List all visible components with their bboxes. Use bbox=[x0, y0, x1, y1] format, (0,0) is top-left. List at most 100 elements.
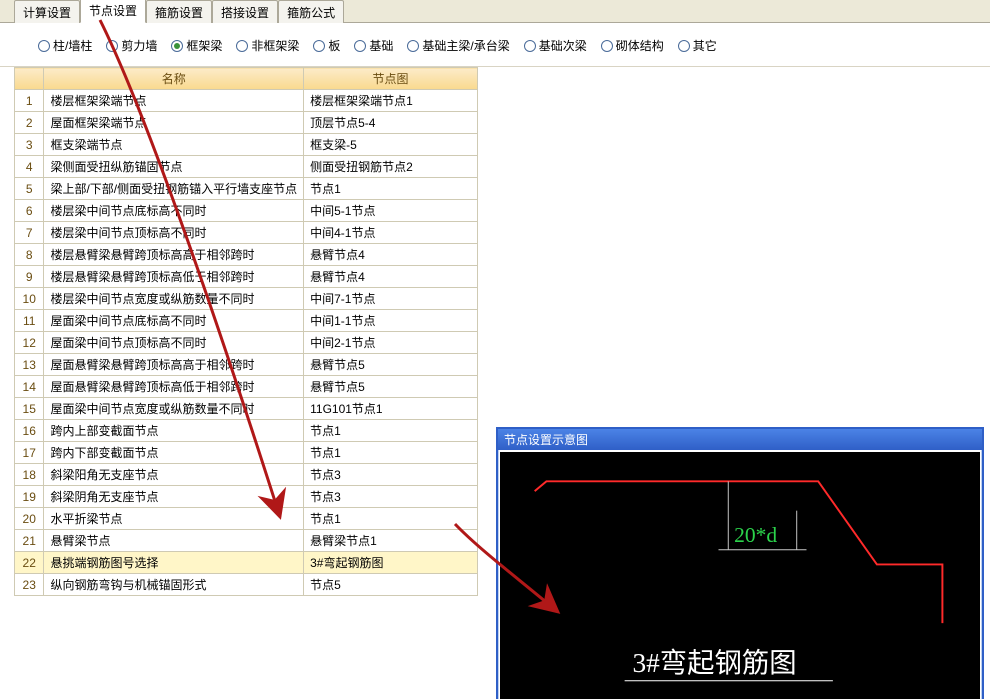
table-row[interactable]: 5梁上部/下部/侧面受扭钢筋锚入平行墙支座节点节点1 bbox=[15, 178, 478, 200]
cell-img[interactable]: 节点1 bbox=[304, 420, 478, 442]
table-row[interactable]: 8楼层悬臂梁悬臂跨顶标高高于相邻跨时悬臂节点4 bbox=[15, 244, 478, 266]
table-row[interactable]: 13屋面悬臂梁悬臂跨顶标高高于相邻跨时悬臂节点5 bbox=[15, 354, 478, 376]
table-row[interactable]: 11屋面梁中间节点底标高不同时中间1-1节点 bbox=[15, 310, 478, 332]
cell-name[interactable]: 梁侧面受扭纵筋锚固节点 bbox=[44, 156, 304, 178]
tab-calc-settings[interactable]: 计算设置 bbox=[14, 0, 80, 23]
radio-shearwall[interactable]: 剪力墙 bbox=[106, 37, 157, 54]
cell-name[interactable]: 梁上部/下部/侧面受扭钢筋锚入平行墙支座节点 bbox=[44, 178, 304, 200]
diagram-caption: 3#弯起钢筋图 bbox=[632, 648, 796, 678]
tab-node-settings[interactable]: 节点设置 bbox=[80, 0, 146, 23]
radio-label: 基础次梁 bbox=[539, 37, 587, 54]
col-name[interactable]: 名称 bbox=[44, 68, 304, 90]
cell-name[interactable]: 楼层悬臂梁悬臂跨顶标高高于相邻跨时 bbox=[44, 244, 304, 266]
cell-img[interactable]: 中间1-1节点 bbox=[304, 310, 478, 332]
radio-foundation[interactable]: 基础 bbox=[354, 37, 393, 54]
cell-name[interactable]: 斜梁阴角无支座节点 bbox=[44, 486, 304, 508]
cell-img[interactable]: 节点1 bbox=[304, 508, 478, 530]
table-row[interactable]: 18斜梁阳角无支座节点节点3 bbox=[15, 464, 478, 486]
table-row[interactable]: 7楼层梁中间节点顶标高不同时中间4-1节点 bbox=[15, 222, 478, 244]
cell-name[interactable]: 屋面梁中间节点顶标高不同时 bbox=[44, 332, 304, 354]
cell-name[interactable]: 纵向钢筋弯钩与机械锚固形式 bbox=[44, 574, 304, 596]
cell-img[interactable]: 框支梁-5 bbox=[304, 134, 478, 156]
cell-img[interactable]: 悬臂梁节点1 bbox=[304, 530, 478, 552]
cell-img[interactable]: 悬臂节点4 bbox=[304, 266, 478, 288]
cell-name[interactable]: 楼层悬臂梁悬臂跨顶标高低于相邻跨时 bbox=[44, 266, 304, 288]
table-row[interactable]: 17跨内下部变截面节点节点1 bbox=[15, 442, 478, 464]
table-row[interactable]: 9楼层悬臂梁悬臂跨顶标高低于相邻跨时悬臂节点4 bbox=[15, 266, 478, 288]
table-row[interactable]: 2屋面框架梁端节点顶层节点5-4 bbox=[15, 112, 478, 134]
cell-img[interactable]: 中间4-1节点 bbox=[304, 222, 478, 244]
radio-icon bbox=[236, 40, 248, 52]
tab-stirrup-formula[interactable]: 箍筋公式 bbox=[278, 0, 344, 23]
row-number: 8 bbox=[15, 244, 44, 266]
table-row[interactable]: 15屋面梁中间节点宽度或纵筋数量不同时11G101节点1 bbox=[15, 398, 478, 420]
table-row[interactable]: 21悬臂梁节点悬臂梁节点1 bbox=[15, 530, 478, 552]
cell-name[interactable]: 悬臂梁节点 bbox=[44, 530, 304, 552]
radio-found-sub[interactable]: 基础次梁 bbox=[524, 37, 587, 54]
table-row[interactable]: 19斜梁阴角无支座节点节点3 bbox=[15, 486, 478, 508]
cell-img[interactable]: 3#弯起钢筋图 bbox=[304, 552, 478, 574]
tab-overlap-settings[interactable]: 搭接设置 bbox=[212, 0, 278, 23]
cell-img[interactable]: 侧面受扭钢筋节点2 bbox=[304, 156, 478, 178]
radio-other[interactable]: 其它 bbox=[678, 37, 717, 54]
cell-name[interactable]: 屋面悬臂梁悬臂跨顶标高低于相邻跨时 bbox=[44, 376, 304, 398]
cell-img[interactable]: 悬臂节点5 bbox=[304, 354, 478, 376]
cell-name[interactable]: 屋面框架梁端节点 bbox=[44, 112, 304, 134]
cell-name[interactable]: 水平折梁节点 bbox=[44, 508, 304, 530]
cell-img[interactable]: 节点1 bbox=[304, 178, 478, 200]
radio-icon bbox=[38, 40, 50, 52]
table-row[interactable]: 14屋面悬臂梁悬臂跨顶标高低于相邻跨时悬臂节点5 bbox=[15, 376, 478, 398]
category-radio-row: 柱/墙柱 剪力墙 框架梁 非框架梁 板 基础 基础主梁/承台梁 基础次梁 砌体结… bbox=[0, 23, 990, 67]
radio-icon bbox=[678, 40, 690, 52]
table-row[interactable]: 12屋面梁中间节点顶标高不同时中间2-1节点 bbox=[15, 332, 478, 354]
cell-name[interactable]: 屋面悬臂梁悬臂跨顶标高高于相邻跨时 bbox=[44, 354, 304, 376]
cell-img[interactable]: 楼层框架梁端节点1 bbox=[304, 90, 478, 112]
cell-img[interactable]: 中间2-1节点 bbox=[304, 332, 478, 354]
cell-img[interactable]: 节点5 bbox=[304, 574, 478, 596]
dim-label: 20*d bbox=[734, 523, 777, 547]
cell-name[interactable]: 屋面梁中间节点宽度或纵筋数量不同时 bbox=[44, 398, 304, 420]
radio-framebeam[interactable]: 框架梁 bbox=[171, 37, 222, 54]
tab-strip: 计算设置 节点设置 箍筋设置 搭接设置 箍筋公式 bbox=[0, 0, 990, 23]
cell-name[interactable]: 楼层框架梁端节点 bbox=[44, 90, 304, 112]
radio-masonry[interactable]: 砌体结构 bbox=[601, 37, 664, 54]
radio-slab[interactable]: 板 bbox=[313, 37, 340, 54]
cell-name[interactable]: 跨内上部变截面节点 bbox=[44, 420, 304, 442]
cell-img[interactable]: 悬臂节点4 bbox=[304, 244, 478, 266]
cell-name[interactable]: 跨内下部变截面节点 bbox=[44, 442, 304, 464]
table-row[interactable]: 16跨内上部变截面节点节点1 bbox=[15, 420, 478, 442]
cell-name[interactable]: 楼层梁中间节点宽度或纵筋数量不同时 bbox=[44, 288, 304, 310]
table-row[interactable]: 10楼层梁中间节点宽度或纵筋数量不同时中间7-1节点 bbox=[15, 288, 478, 310]
row-number: 5 bbox=[15, 178, 44, 200]
cell-name[interactable]: 悬挑端钢筋图号选择 bbox=[44, 552, 304, 574]
cell-name[interactable]: 屋面梁中间节点底标高不同时 bbox=[44, 310, 304, 332]
cell-img[interactable]: 中间7-1节点 bbox=[304, 288, 478, 310]
table-row[interactable]: 6楼层梁中间节点底标高不同时中间5-1节点 bbox=[15, 200, 478, 222]
table-row[interactable]: 3框支梁端节点框支梁-5 bbox=[15, 134, 478, 156]
cell-name[interactable]: 楼层梁中间节点底标高不同时 bbox=[44, 200, 304, 222]
cell-img[interactable]: 顶层节点5-4 bbox=[304, 112, 478, 134]
node-table: 名称 节点图 1楼层框架梁端节点楼层框架梁端节点12屋面框架梁端节点顶层节点5-… bbox=[14, 67, 478, 596]
table-row[interactable]: 23纵向钢筋弯钩与机械锚固形式节点5 bbox=[15, 574, 478, 596]
radio-nonframebeam[interactable]: 非框架梁 bbox=[236, 37, 299, 54]
table-row[interactable]: 20水平折梁节点节点1 bbox=[15, 508, 478, 530]
table-row[interactable]: 1楼层框架梁端节点楼层框架梁端节点1 bbox=[15, 90, 478, 112]
cell-img[interactable]: 节点3 bbox=[304, 464, 478, 486]
tab-stirrup-settings[interactable]: 箍筋设置 bbox=[146, 0, 212, 23]
cell-img[interactable]: 节点1 bbox=[304, 442, 478, 464]
cell-img[interactable]: 11G101节点1 bbox=[304, 398, 478, 420]
row-number: 22 bbox=[15, 552, 44, 574]
table-row[interactable]: 22悬挑端钢筋图号选择3#弯起钢筋图 bbox=[15, 552, 478, 574]
cell-name[interactable]: 楼层梁中间节点顶标高不同时 bbox=[44, 222, 304, 244]
radio-found-main[interactable]: 基础主梁/承台梁 bbox=[407, 37, 509, 54]
table-row[interactable]: 4梁侧面受扭纵筋锚固节点侧面受扭钢筋节点2 bbox=[15, 156, 478, 178]
cell-img[interactable]: 节点3 bbox=[304, 486, 478, 508]
col-img[interactable]: 节点图 bbox=[304, 68, 478, 90]
radio-column[interactable]: 柱/墙柱 bbox=[38, 37, 92, 54]
cell-img[interactable]: 中间5-1节点 bbox=[304, 200, 478, 222]
rebar-polyline bbox=[535, 481, 943, 623]
row-number: 16 bbox=[15, 420, 44, 442]
cell-name[interactable]: 框支梁端节点 bbox=[44, 134, 304, 156]
cell-name[interactable]: 斜梁阳角无支座节点 bbox=[44, 464, 304, 486]
cell-img[interactable]: 悬臂节点5 bbox=[304, 376, 478, 398]
